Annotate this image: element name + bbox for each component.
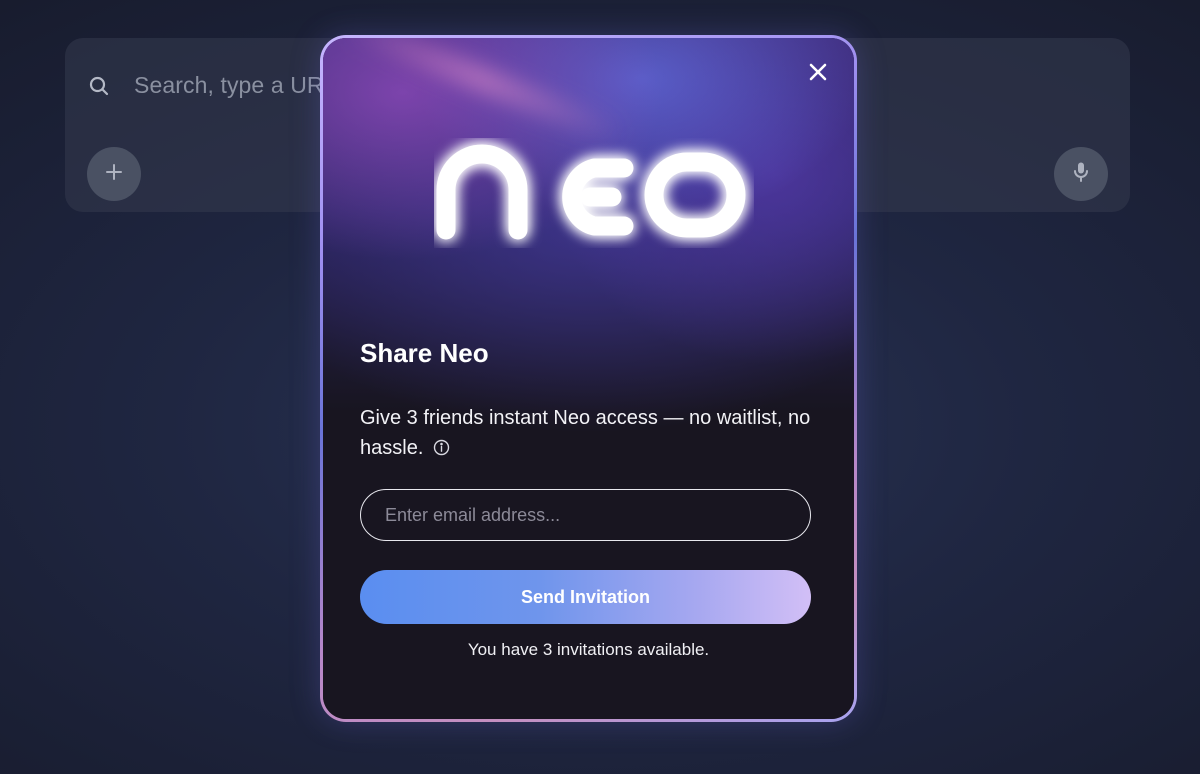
- close-button[interactable]: [804, 60, 832, 88]
- close-icon: [809, 63, 827, 86]
- share-modal-body: Share Neo Give 3 friends instant Neo acc…: [323, 38, 854, 719]
- plus-icon: [105, 163, 123, 186]
- voice-input-button[interactable]: [1054, 147, 1108, 201]
- search-icon: [87, 74, 111, 98]
- microphone-icon: [1072, 161, 1090, 188]
- send-invitation-button[interactable]: Send Invitation: [360, 570, 811, 624]
- modal-title: Share Neo: [360, 338, 489, 368]
- add-button[interactable]: [87, 147, 141, 201]
- search-input[interactable]: Search, type a UR: [134, 72, 324, 99]
- info-icon[interactable]: [433, 435, 450, 456]
- invitations-count: You have 3 invitations available.: [467, 640, 710, 659]
- share-modal: Share Neo Give 3 friends instant Neo acc…: [320, 35, 857, 722]
- neo-logo: [434, 138, 754, 248]
- email-field[interactable]: [360, 489, 811, 541]
- modal-description: Give 3 friends instant Neo access — no w…: [360, 403, 820, 463]
- modal-description-text: Give 3 friends instant Neo access — no w…: [360, 407, 811, 459]
